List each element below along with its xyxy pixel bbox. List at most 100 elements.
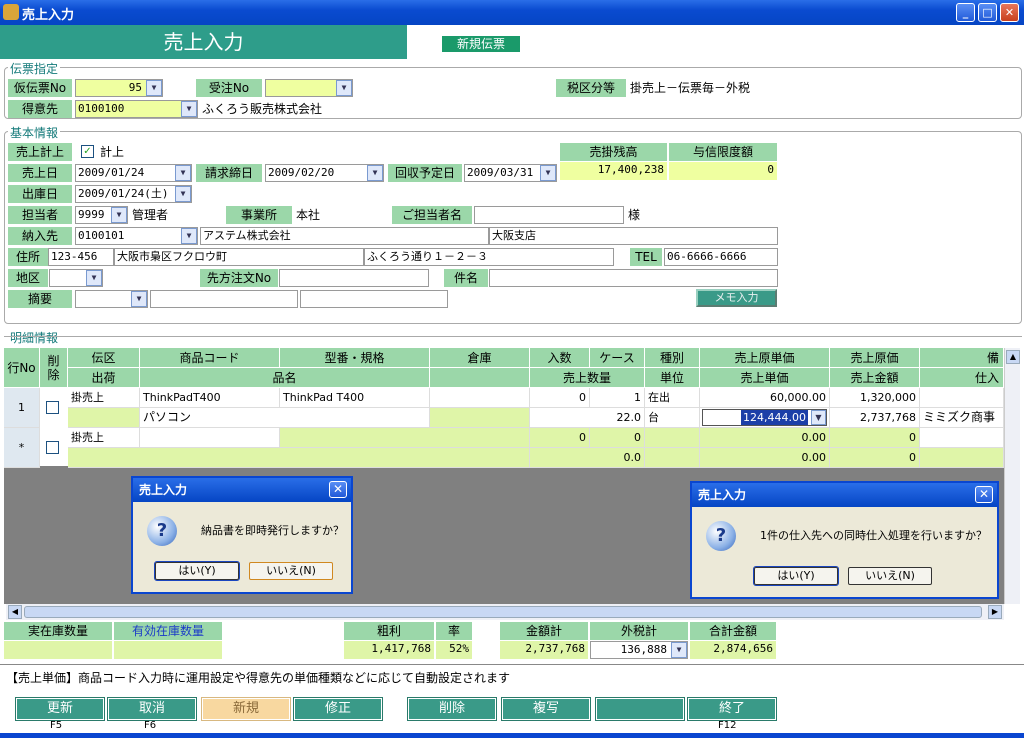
sales-post-checkbox[interactable]: ✓ [81, 145, 94, 158]
memo-type-field[interactable]: ▼ [75, 290, 148, 308]
addr1-field[interactable]: 大阪市梟区フクロウ町 [114, 248, 364, 266]
chevron-down-icon[interactable]: ▼ [146, 80, 162, 96]
row2-name[interactable] [68, 448, 530, 468]
chevron-down-icon[interactable]: ▼ [367, 165, 383, 181]
row2-case[interactable]: 0 [590, 428, 645, 448]
collect-date-field[interactable]: 2009/03/31 ▼ [464, 164, 557, 182]
row1-price[interactable]: 124,444.00 [741, 410, 808, 425]
chevron-down-icon[interactable]: ▼ [540, 165, 556, 181]
dest-code-field[interactable]: 0100101 ▼ [75, 227, 198, 245]
exit-key: F12 [718, 720, 737, 731]
row2-price[interactable]: 0.00 [700, 448, 830, 468]
blank-button[interactable] [595, 697, 685, 721]
scroll-left-icon[interactable]: ◀ [8, 605, 22, 619]
tax-total-field[interactable]: 136,888 ▼ [590, 641, 688, 659]
cancel-button[interactable]: 取消 [107, 697, 197, 721]
row1-price-cell[interactable]: 124,444.00 ▼ [700, 408, 830, 428]
row1-ship[interactable] [68, 408, 140, 428]
chevron-down-icon[interactable]: ▼ [111, 207, 127, 223]
tel-field[interactable]: 06-6666-6666 [664, 248, 778, 266]
row2-qty[interactable]: 0.0 [530, 448, 645, 468]
row2-cost: 0 [830, 428, 920, 448]
chevron-down-icon[interactable]: ▼ [181, 101, 197, 117]
col-model: 型番・規格 [280, 348, 430, 368]
new-button[interactable]: 新規 [201, 697, 291, 721]
col-ship: 出荷 [68, 368, 140, 388]
ship-date-field[interactable]: 2009/01/24(土) ▼ [75, 185, 192, 203]
row1-model[interactable]: ThinkPad T400 [280, 388, 430, 408]
area-field[interactable]: ▼ [49, 269, 103, 287]
print-no-button[interactable]: いいえ(N) [249, 562, 333, 580]
dest-name-field[interactable]: アステム株式会社 [200, 227, 489, 245]
memo-field-2[interactable] [300, 290, 448, 308]
row1-qty[interactable]: 22.0 [530, 408, 645, 428]
close-icon[interactable]: ✕ [329, 481, 347, 498]
vertical-scrollbar[interactable]: ▲ [1004, 348, 1020, 604]
row2-kind[interactable]: 掛売上 [68, 428, 140, 448]
addr2-field[interactable]: ふくろう通り１－２－３ [364, 248, 614, 266]
row2-unit[interactable] [645, 448, 700, 468]
close-button[interactable]: ✕ [1000, 3, 1019, 22]
row2-cost-unit[interactable]: 0.00 [700, 428, 830, 448]
purchase-no-button[interactable]: いいえ(N) [848, 567, 932, 585]
print-yes-button[interactable]: はい(Y) [154, 561, 240, 581]
dest-branch-field[interactable]: 大阪支店 [489, 227, 778, 245]
order-no-label: 受注No [196, 79, 262, 97]
scroll-thumb[interactable] [24, 606, 982, 618]
col-unit: 単位 [645, 368, 700, 388]
exit-button[interactable]: 終了 [687, 697, 777, 721]
edit-button[interactable]: 修正 [293, 697, 383, 721]
sales-date-field[interactable]: 2009/01/24 ▼ [75, 164, 192, 182]
row2-irisu[interactable]: 0 [530, 428, 590, 448]
memo-input-button[interactable]: メモ入力 [696, 289, 777, 307]
row1-cost-unit[interactable]: 60,000.00 [700, 388, 830, 408]
row2-supplier[interactable] [920, 448, 1004, 468]
chevron-down-icon[interactable]: ▼ [175, 186, 191, 202]
chevron-down-icon[interactable]: ▼ [671, 642, 687, 658]
contact-field[interactable] [474, 206, 624, 224]
dest-code-value: 0100101 [78, 229, 125, 242]
order-ref-field[interactable] [279, 269, 429, 287]
row1-delete-checkbox[interactable] [46, 401, 59, 414]
update-button[interactable]: 更新 [15, 697, 105, 721]
chevron-down-icon[interactable]: ▼ [131, 291, 147, 307]
subject-field[interactable] [489, 269, 778, 287]
row1-case[interactable]: 1 [590, 388, 645, 408]
horizontal-scrollbar[interactable]: ◀ ▶ [6, 604, 1004, 620]
row2-type[interactable] [645, 428, 700, 448]
row1-type[interactable]: 在出 [645, 388, 700, 408]
scroll-up-icon[interactable]: ▲ [1006, 350, 1020, 364]
chevron-down-icon[interactable]: ▼ [175, 165, 191, 181]
chevron-down-icon[interactable]: ▼ [86, 270, 102, 286]
purchase-yes-button[interactable]: はい(Y) [753, 566, 839, 586]
chevron-down-icon[interactable]: ▼ [811, 410, 826, 425]
row2-code[interactable] [140, 428, 280, 448]
copy-button[interactable]: 複写 [501, 697, 591, 721]
zip-field[interactable]: 123-456 [48, 248, 114, 266]
row1-name[interactable]: パソコン [140, 408, 430, 428]
row1-kind[interactable]: 掛売上 [68, 388, 140, 408]
close-icon[interactable]: ✕ [975, 486, 993, 503]
customer-code-field[interactable]: 0100100 ▼ [75, 100, 198, 118]
row1-irisu[interactable]: 0 [530, 388, 590, 408]
chevron-down-icon[interactable]: ▼ [181, 228, 197, 244]
chevron-down-icon[interactable]: ▼ [336, 80, 352, 96]
maximize-button[interactable]: □ [978, 3, 997, 22]
ar-balance-label: 売掛残高 [560, 143, 667, 161]
row2-delete-checkbox[interactable] [46, 441, 59, 454]
order-no-field[interactable]: ▼ [265, 79, 353, 97]
row1-warehouse[interactable] [430, 388, 530, 408]
row1-supplier[interactable]: ミミズク商事 [920, 408, 1004, 428]
row1-code[interactable]: ThinkPadT400 [140, 388, 280, 408]
temp-no-field[interactable]: 95 ▼ [75, 79, 163, 97]
row1-note[interactable] [920, 388, 1004, 408]
row2-model[interactable] [280, 428, 530, 448]
scroll-right-icon[interactable]: ▶ [988, 605, 1002, 619]
close-date-field[interactable]: 2009/02/20 ▼ [265, 164, 384, 182]
minimize-button[interactable]: _ [956, 3, 975, 22]
row2-note[interactable] [920, 428, 1004, 448]
row1-unit[interactable]: 台 [645, 408, 700, 428]
memo-field-1[interactable] [150, 290, 298, 308]
delete-button[interactable]: 削除 [407, 697, 497, 721]
staff-code-field[interactable]: 9999 ▼ [75, 206, 128, 224]
